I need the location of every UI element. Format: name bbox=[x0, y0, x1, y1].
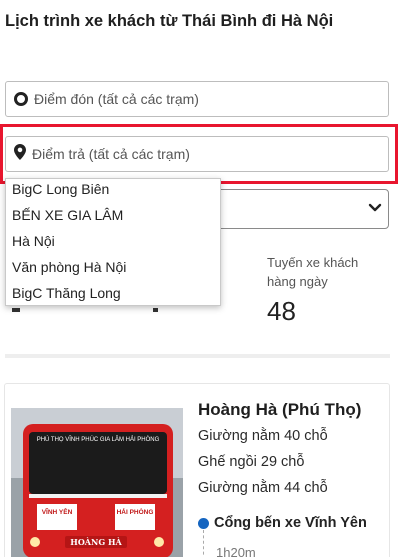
route-line bbox=[203, 530, 204, 557]
operator-card[interactable]: PHÚ THỌ VĨNH PHÚC GIA LÂM HẢI PHÒNG VĨNH… bbox=[4, 383, 390, 557]
dropdown-option[interactable]: BẾN XE GIA LÂM bbox=[12, 207, 123, 223]
chevron-down-icon bbox=[368, 200, 382, 219]
pickup-placeholder: Điểm đón (tất cả các trạm) bbox=[34, 91, 199, 107]
seat-type-3: Giường nằm 44 chỗ bbox=[198, 480, 328, 496]
bus-top-sign: PHÚ THỌ VĨNH PHÚC GIA LÂM HẢI PHÒNG bbox=[37, 436, 160, 443]
page-title: Lịch trình xe khách từ Thái Bình đi Hà N… bbox=[5, 12, 334, 30]
section-divider bbox=[5, 354, 390, 358]
dropdown-option[interactable]: Hà Nội bbox=[12, 233, 55, 249]
dropdown-option[interactable]: Văn phòng Hà Nội bbox=[12, 259, 126, 275]
operator-name[interactable]: Hoàng Hà (Phú Thọ) bbox=[198, 400, 361, 420]
departure-stop: Cổng bến xe Vĩnh Yên bbox=[198, 515, 367, 531]
routes-stat-value: 48 bbox=[267, 296, 296, 326]
pickup-input[interactable]: Điểm đón (tất cả các trạm) bbox=[5, 81, 389, 117]
trip-duration: 1h20m bbox=[216, 545, 256, 557]
departure-label: Cổng bến xe Vĩnh Yên bbox=[214, 515, 367, 531]
seat-type-1: Giường nằm 40 chỗ bbox=[198, 428, 328, 444]
bus-left-panel: VĨNH YÊN bbox=[42, 507, 73, 516]
dropdown-option[interactable]: BigC Thăng Long bbox=[12, 285, 121, 301]
seat-type-2: Ghế ngồi 29 chỗ bbox=[198, 454, 305, 470]
dropdown-option[interactable]: BigC Long Biên bbox=[12, 181, 109, 197]
circle-icon bbox=[14, 92, 28, 106]
bus-photo: PHÚ THỌ VĨNH PHÚC GIA LÂM HẢI PHÒNG VĨNH… bbox=[11, 408, 183, 557]
routes-stat-label: Tuyến xe khách hàng ngày bbox=[267, 255, 359, 289]
dropoff-dropdown-list: BigC Long Biên BẾN XE GIA LÂM Hà Nội Văn… bbox=[5, 178, 221, 306]
dropoff-highlight-box bbox=[0, 124, 398, 184]
bus-right-panel: HẢI PHÒNG bbox=[117, 507, 154, 516]
bus-brand: HOÀNG HÀ bbox=[70, 537, 122, 547]
departure-dot-icon bbox=[198, 517, 209, 529]
